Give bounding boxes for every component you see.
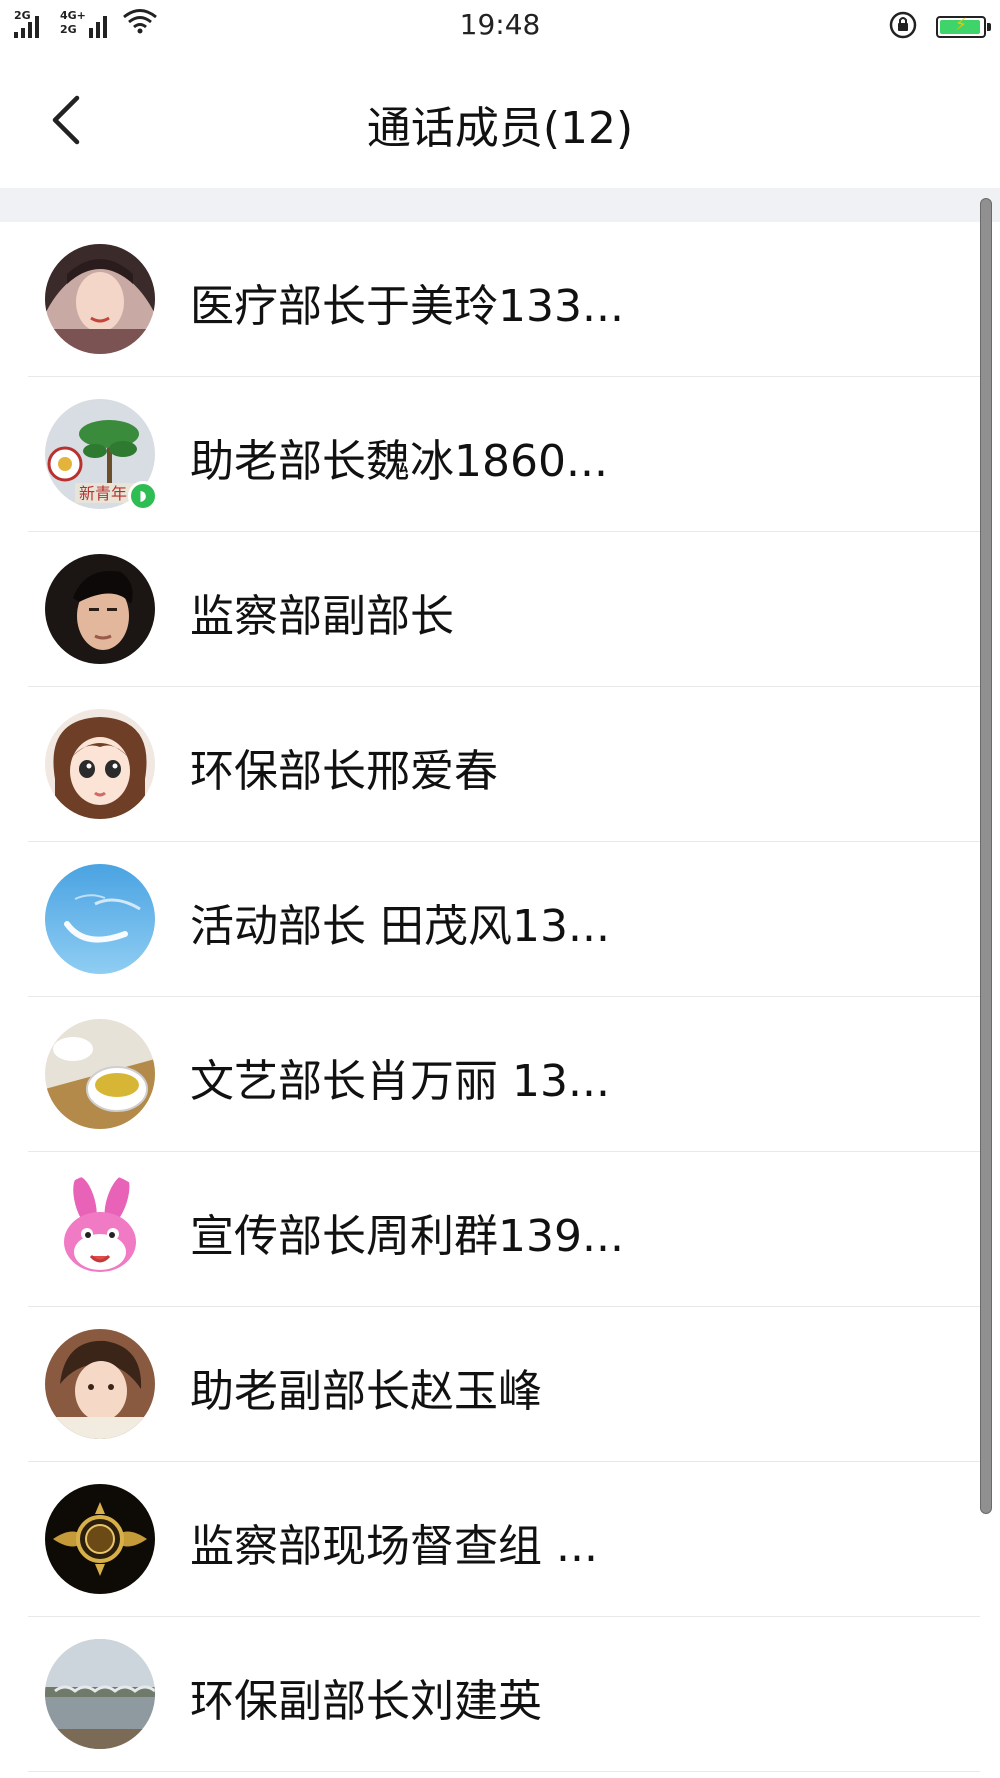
member-name: 宣传部长周利群139... [190,1211,624,1262]
member-row[interactable]: 监察部现场督查组 ... [0,1462,980,1617]
avatar[interactable] [45,244,155,354]
member-row[interactable]: 监察部副部长 [0,532,980,687]
avatar[interactable] [45,864,155,974]
status-bar: 2G 4G+ 2G 19:48 ⚡ [0,0,1000,52]
member-name: 监察部副部长 [190,591,454,642]
status-right-icons: ⚡ [888,10,991,44]
member-list: 医疗部长于美玲133... 新青年 ◗ 助老部长魏冰1860... 监察部副部长… [0,222,980,1772]
section-divider [0,188,1000,222]
member-row[interactable]: 文艺部长肖万丽 13... [0,997,980,1152]
scrollbar[interactable] [980,198,992,1514]
member-row[interactable]: 环保副部长刘建英 [0,1617,980,1772]
app-header: 通话成员(12) [0,52,1000,188]
member-name: 活动部长 田茂风13... [190,901,610,952]
avatar[interactable] [45,1484,155,1594]
member-name: 医疗部长于美玲133... [190,281,624,332]
member-name: 环保部长邢爱春 [190,746,498,797]
member-row[interactable]: 环保部长邢爱春 [0,687,980,842]
member-row[interactable]: 宣传部长周利群139... [0,1152,980,1307]
member-name: 助老副部长赵玉峰 [190,1366,542,1417]
avatar[interactable] [45,1019,155,1129]
row-divider [28,1771,980,1772]
avatar[interactable] [45,709,155,819]
member-row[interactable]: 活动部长 田茂风13... [0,842,980,997]
member-name: 助老部长魏冰1860... [190,436,608,487]
member-name: 监察部现场督查组 ... [190,1521,598,1572]
status-time: 19:48 [459,8,541,41]
member-name: 文艺部长肖万丽 13... [190,1056,610,1107]
avatar[interactable] [45,554,155,664]
member-row[interactable]: 医疗部长于美玲133... [0,222,980,377]
speaking-icon: ◗ [128,481,158,511]
svg-text:新青年: 新青年 [79,484,127,503]
member-name: 环保副部长刘建英 [190,1676,542,1727]
member-row[interactable]: 新青年 ◗ 助老部长魏冰1860... [0,377,980,532]
battery-charging-icon: ⚡ [936,15,991,38]
avatar[interactable] [45,1174,155,1284]
avatar[interactable] [45,1639,155,1749]
avatar[interactable] [45,1329,155,1439]
page-title: 通话成员(12) [366,103,634,154]
member-row[interactable]: 助老副部长赵玉峰 [0,1307,980,1462]
rotation-lock-icon [888,10,918,44]
